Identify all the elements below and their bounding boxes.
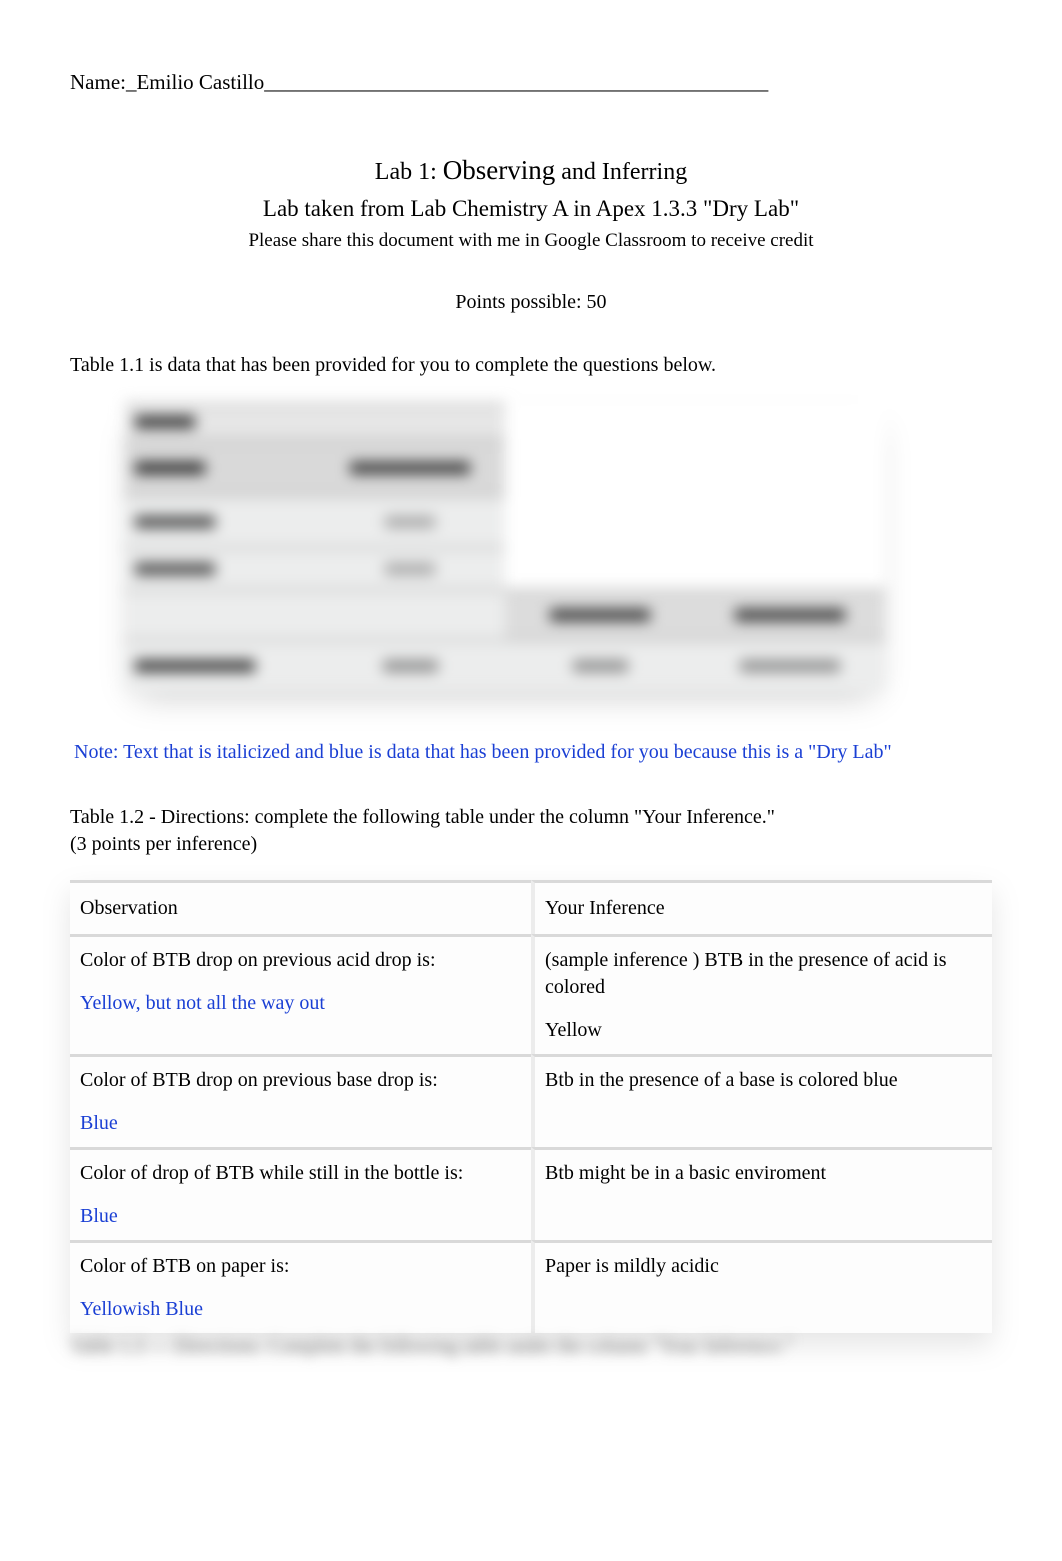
inference-line-1: (sample inference ) BTB in the presence … [545,947,982,1001]
header-block: Lab 1: Observing and Inferring Lab taken… [70,152,992,316]
table-1-2-directions: Table 1.2 - Directions: complete the fol… [70,804,992,858]
inference-line-1: Paper is mildly acidic [545,1253,982,1280]
inference-table: Observation Your Inference Color of BTB … [70,880,992,1333]
observation-cell: Color of BTB drop on previous base drop … [80,1067,521,1137]
lab-number: Lab 1: [375,159,443,185]
observation-cell: Color of BTB drop on previous acid drop … [80,947,521,1017]
observation-prompt: Color of BTB on paper is: [80,1253,521,1280]
lab-and-inferring: and Inferring [555,159,687,185]
observation-prompt: Color of BTB drop on previous acid drop … [80,947,521,974]
table-1-3-blurred-footer: Table 1.3 — Directions: Complete the fol… [70,1333,992,1360]
observation-prompt: Color of BTB drop on previous base drop … [80,1067,521,1094]
directions-line-2: (3 points per inference) [70,833,257,855]
intro-sentence: Table 1.1 is data that has been provided… [70,352,992,379]
table-row: Color of BTB drop on previous acid drop … [70,934,992,1054]
name-line: Name:_Emilio Castillo___________________… [70,68,992,96]
header-inference: Your Inference [531,880,992,934]
inference-cell: Paper is mildly acidic [545,1253,982,1280]
points-possible: Points possible: 50 [70,289,992,316]
directions-line-1: Table 1.2 - Directions: complete the fol… [70,806,775,828]
name-label: Name: [70,70,126,94]
table-1-1-blurred [125,403,992,691]
observation-provided: Blue [80,1205,118,1227]
inference-cell: Btb in the presence of a base is colored… [545,1067,982,1094]
inference-line-2: Yellow [545,1019,602,1041]
dry-lab-note: Note: Text that is italicized and blue i… [74,739,992,766]
observation-provided: Yellowish Blue [80,1298,203,1320]
lab-title: Lab 1: Observing and Inferring [70,152,992,188]
observation-cell: Color of BTB on paper is: Yellowish Blue [80,1253,521,1323]
observation-cell: Color of drop of BTB while still in the … [80,1160,521,1230]
inference-cell: (sample inference ) BTB in the presence … [545,947,982,1044]
inference-cell: Btb might be in a basic enviroment [545,1160,982,1187]
inference-line-1: Btb in the presence of a base is colored… [545,1067,982,1094]
observation-prompt: Color of drop of BTB while still in the … [80,1160,521,1187]
observation-provided: Blue [80,1112,118,1134]
share-note: Please share this document with me in Go… [70,228,992,254]
table-row: Color of drop of BTB while still in the … [70,1147,992,1240]
observation-provided: Yellow, but not all the way out [80,992,325,1014]
inference-line-1: Btb might be in a basic enviroment [545,1160,982,1187]
lab-observing: Observing [443,155,555,185]
name-value: _Emilio Castillo________________________… [126,70,768,94]
table-header-row: Observation Your Inference [70,880,992,934]
table-row: Color of BTB on paper is: Yellowish Blue… [70,1240,992,1333]
table-row: Color of BTB drop on previous base drop … [70,1054,992,1147]
lab-subtitle: Lab taken from Lab Chemistry A in Apex 1… [70,193,992,224]
blurred-table [125,403,885,691]
header-observation: Observation [70,880,531,934]
